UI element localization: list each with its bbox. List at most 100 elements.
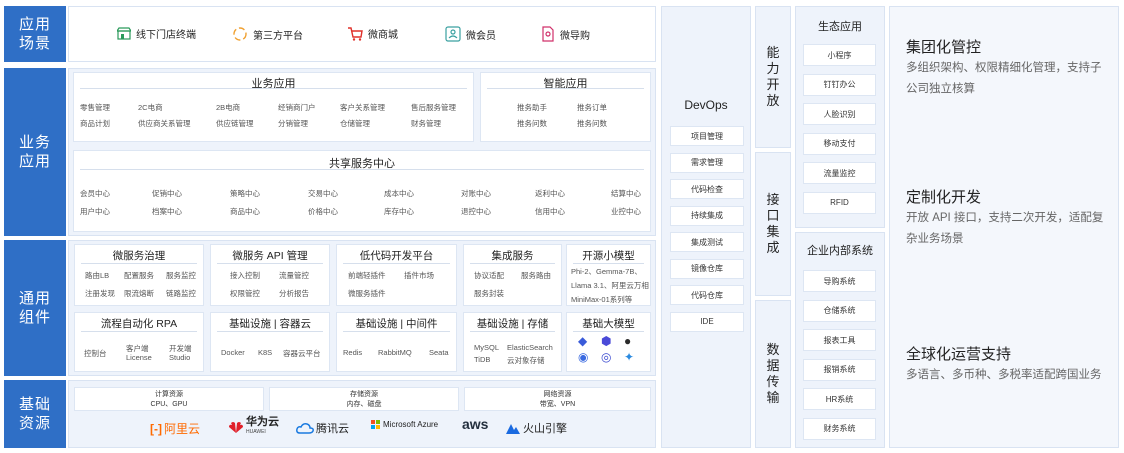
infra-mw-item[interactable]: RabbitMQ bbox=[378, 348, 412, 357]
internal-system-item[interactable]: 仓储系统 bbox=[803, 299, 876, 322]
devops-item[interactable]: 持续集成 bbox=[670, 205, 744, 226]
ms-gov-item[interactable]: 限流熔断 bbox=[124, 288, 154, 299]
infra-cloud-item[interactable]: Docker bbox=[221, 348, 245, 357]
eco-item[interactable]: 流量监控 bbox=[803, 162, 876, 184]
ms-api-item[interactable]: 流量管控 bbox=[279, 270, 309, 281]
shared-service-item[interactable]: 退控中心 bbox=[461, 206, 491, 217]
internal-system-item[interactable]: HR系统 bbox=[803, 388, 876, 410]
devops-item[interactable]: 代码仓库 bbox=[670, 285, 744, 305]
aws-logo: aws bbox=[462, 416, 488, 432]
shared-service-item[interactable]: 交易中心 bbox=[308, 188, 338, 199]
ms-api-item[interactable]: 权限管控 bbox=[230, 288, 260, 299]
ms-api-item[interactable]: 接入控制 bbox=[230, 270, 260, 281]
devops-item[interactable]: 项目管理 bbox=[670, 126, 744, 146]
internal-system-item[interactable]: 导购系统 bbox=[803, 270, 876, 292]
osmodel-item[interactable]: Phi-2、Gemma-7B、 bbox=[571, 266, 642, 277]
integ-item[interactable]: 服务封装 bbox=[474, 288, 504, 299]
biz-app-item[interactable]: 2B电商 bbox=[216, 102, 240, 113]
scenario-guide[interactable]: 微导购 bbox=[541, 26, 590, 42]
shared-service-item[interactable]: 信用中心 bbox=[535, 206, 565, 217]
feature-desc: 开放 API 接口，支持二次开发，适配复杂业务场景 bbox=[906, 212, 1104, 245]
integ-item[interactable]: 服务路由 bbox=[521, 270, 551, 281]
smart-app-item[interactable]: 推务订单 bbox=[577, 102, 607, 113]
biz-app-item[interactable]: 供应商关系管理 bbox=[138, 118, 191, 129]
smart-app-item[interactable]: 推务助手 bbox=[517, 102, 547, 113]
rpa-item[interactable]: 控制台 bbox=[84, 348, 107, 359]
biz-app-item[interactable]: 零售管理 bbox=[80, 102, 110, 113]
ms-gov-item[interactable]: 链路监控 bbox=[166, 288, 196, 299]
internal-system-item[interactable]: 报表工具 bbox=[803, 329, 876, 351]
ms-gov-item[interactable]: 配置服务 bbox=[124, 270, 154, 281]
eco-item[interactable]: 人脸识别 bbox=[803, 103, 876, 125]
scenario-member[interactable]: 微会员 bbox=[445, 26, 496, 42]
eco-item[interactable]: RFID bbox=[803, 191, 876, 214]
devops-item[interactable]: 镜像仓库 bbox=[670, 258, 744, 279]
shared-service-item[interactable]: 会员中心 bbox=[80, 188, 110, 199]
infra-st-item[interactable]: MySQL bbox=[474, 343, 499, 352]
shared-service-item[interactable]: 库存中心 bbox=[384, 206, 414, 217]
shared-service-item[interactable]: 业控中心 bbox=[611, 206, 641, 217]
osmodel-item[interactable]: Llama 3.1、阿里云万相 bbox=[571, 280, 649, 291]
volcano-icon bbox=[506, 424, 520, 434]
infra-mw-item[interactable]: Redis bbox=[343, 348, 362, 357]
eco-item[interactable]: 小程序 bbox=[803, 44, 876, 66]
biz-app-item[interactable]: 售后服务管理 bbox=[411, 102, 456, 113]
integ-item[interactable]: 协议适配 bbox=[474, 270, 504, 281]
rpa-item[interactable]: Studio bbox=[169, 353, 190, 362]
ms-gov-item[interactable]: 路由LB bbox=[85, 270, 109, 281]
ms-gov-item[interactable]: 服务监控 bbox=[166, 270, 196, 281]
shared-service-item[interactable]: 策略中心 bbox=[230, 188, 260, 199]
smart-app-item[interactable]: 推务问数 bbox=[577, 118, 607, 129]
shared-service-item[interactable]: 档案中心 bbox=[152, 206, 182, 217]
osmodel-item[interactable]: MiniMax-01系列等 bbox=[571, 294, 632, 305]
shared-service-item[interactable]: 结算中心 bbox=[611, 188, 641, 199]
card-title: 基础大模型 bbox=[567, 316, 650, 331]
scenario-store[interactable]: 线下门店终端 bbox=[117, 26, 196, 41]
biz-app-item[interactable]: 财务管理 bbox=[411, 118, 441, 129]
shared-service-item[interactable]: 商品中心 bbox=[230, 206, 260, 217]
internal-system-item[interactable]: 报销系统 bbox=[803, 358, 876, 381]
biz-app-item[interactable]: 2C电商 bbox=[138, 102, 163, 113]
rpa-item[interactable]: License bbox=[126, 353, 152, 362]
lowcode-item[interactable]: 前端轻插件 bbox=[348, 270, 386, 281]
data-transfer-label: 数据传输 bbox=[766, 342, 780, 405]
devops-item[interactable]: IDE bbox=[670, 311, 744, 332]
shared-service-item[interactable]: 用户中心 bbox=[80, 206, 110, 217]
internal-system-item[interactable]: 财务系统 bbox=[803, 417, 876, 440]
scenario-platform[interactable]: 第三方平台 bbox=[232, 26, 303, 42]
eco-item[interactable]: 钉钉办公 bbox=[803, 73, 876, 96]
shared-service-item[interactable]: 价格中心 bbox=[308, 206, 338, 217]
biz-app-item[interactable]: 经销商门户 bbox=[278, 102, 316, 113]
biz-app-item[interactable]: 仓储管理 bbox=[340, 118, 370, 129]
infra-mw-item[interactable]: Seata bbox=[429, 348, 449, 357]
shared-service-item[interactable]: 对账中心 bbox=[461, 188, 491, 199]
devops-item[interactable]: 代码检查 bbox=[670, 179, 744, 199]
shared-service-item[interactable]: 返利中心 bbox=[535, 188, 565, 199]
internal-title: 企业内部系统 bbox=[807, 245, 873, 257]
azure-label: Microsoft Azure bbox=[383, 420, 439, 429]
divider bbox=[470, 263, 555, 264]
biz-app-item[interactable]: 客户关系管理 bbox=[340, 102, 385, 113]
card-title-text: 微服务治理 bbox=[106, 250, 172, 262]
devops-item[interactable]: 需求管理 bbox=[670, 152, 744, 173]
biz-app-item[interactable]: 分销管理 bbox=[278, 118, 308, 129]
infra-st-item[interactable]: 云对象存储 bbox=[507, 355, 545, 366]
lowcode-item[interactable]: 微服务插件 bbox=[348, 288, 386, 299]
infra-cloud-item[interactable]: 容器云平台 bbox=[283, 348, 321, 359]
devops-item[interactable]: 集成测试 bbox=[670, 232, 744, 252]
infra-cloud-item[interactable]: K8S bbox=[258, 348, 272, 357]
shared-service-item[interactable]: 成本中心 bbox=[384, 188, 414, 199]
smart-app-item[interactable]: 推务问数 bbox=[517, 118, 547, 129]
card-title-text: 流程自动化 RPA bbox=[94, 318, 184, 330]
shared-service-item[interactable]: 促销中心 bbox=[152, 188, 182, 199]
biz-app-item[interactable]: 供应链管理 bbox=[216, 118, 254, 129]
ms-api-item[interactable]: 分析报告 bbox=[279, 288, 309, 299]
eco-item[interactable]: 移动支付 bbox=[803, 132, 876, 155]
biz-app-item[interactable]: 商品计划 bbox=[80, 118, 110, 129]
kimi-icon: ● bbox=[624, 334, 632, 348]
infra-st-item[interactable]: ElasticSearch bbox=[507, 343, 553, 352]
ms-gov-item[interactable]: 注册发现 bbox=[85, 288, 115, 299]
scenario-mall[interactable]: 微商城 bbox=[347, 26, 398, 41]
infra-st-item[interactable]: TiDB bbox=[474, 355, 490, 364]
lowcode-item[interactable]: 插件市场 bbox=[404, 270, 434, 281]
